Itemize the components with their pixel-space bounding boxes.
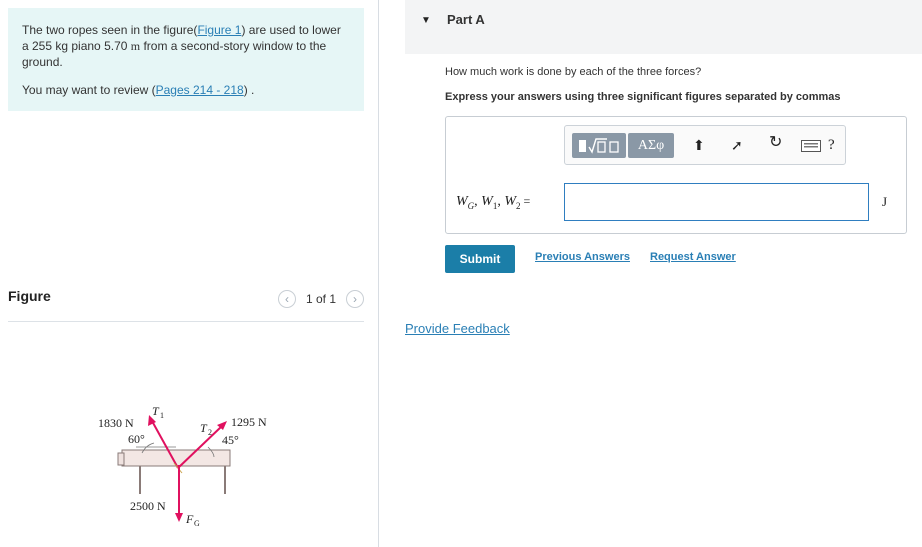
keyboard-icon[interactable] xyxy=(801,140,821,154)
t1-sub-label: 1 xyxy=(160,411,164,420)
angle1-label: 60° xyxy=(128,432,145,446)
left-panel: The two ropes seen in the figure(Figure … xyxy=(0,0,379,547)
force1-label: 1830 N xyxy=(98,416,134,430)
figure-title: Figure xyxy=(8,288,51,304)
variable-label: WG, W1, W2 = xyxy=(456,194,531,211)
var-wg: W xyxy=(456,194,468,209)
right-panel: ▼ Part A How much work is done by each o… xyxy=(379,0,922,547)
unit-label: J xyxy=(882,194,888,209)
figure-pager: ‹ 1 of 1 › xyxy=(277,290,364,308)
part-header[interactable]: ▼ Part A xyxy=(405,0,922,54)
var-w1: W xyxy=(481,194,493,209)
pages-link[interactable]: Pages 214 - 218 xyxy=(156,83,244,97)
previous-answers-link[interactable]: Previous Answers xyxy=(535,251,630,263)
greek-symbols-button[interactable]: ΑΣφ xyxy=(628,133,674,158)
t1-label: T xyxy=(152,404,160,418)
question-text: How much work is done by each of the thr… xyxy=(445,66,702,78)
template-icon[interactable] xyxy=(572,133,626,158)
review-text-end: ) . xyxy=(243,83,255,97)
weight-label: 2500 N xyxy=(130,499,166,513)
figure-header: Figure ‹ 1 of 1 › xyxy=(8,287,364,322)
piano-force-diagram: 1830 N 60° T 1 T 2 1295 N 45° 2500 N F G xyxy=(98,404,267,528)
figure-link[interactable]: Figure 1 xyxy=(197,23,241,37)
var-w2: W xyxy=(504,194,517,209)
problem-statement: The two ropes seen in the figure(Figure … xyxy=(8,8,364,111)
review-text: You may want to review (Pages 214 - 218)… xyxy=(22,82,350,98)
problem-text: The two ropes seen in the figure(Figure … xyxy=(22,22,350,70)
provide-feedback-link[interactable]: Provide Feedback xyxy=(405,321,510,336)
answer-box: ΑΣφ ⬆ ➚ ↻ ? WG, W1, W2 = J xyxy=(445,116,907,234)
unit-meters: m xyxy=(130,39,141,53)
t2-sub-label: 2 xyxy=(208,428,212,437)
fg-arrowhead xyxy=(175,513,183,522)
chevron-right-icon[interactable]: › xyxy=(346,290,364,308)
review-text-start: You may want to review ( xyxy=(22,83,156,97)
fg-sub-label: G xyxy=(194,519,200,528)
undo-icon[interactable]: ⬆ xyxy=(693,138,705,152)
part-title: Part A xyxy=(447,12,485,27)
submit-button[interactable]: Submit xyxy=(445,245,515,273)
request-answer-link[interactable]: Request Answer xyxy=(650,251,736,263)
fg-label: F xyxy=(185,512,194,526)
answer-input[interactable] xyxy=(564,183,869,221)
force2-label: 1295 N xyxy=(231,415,267,429)
instruction-text: Express your answers using three signifi… xyxy=(445,91,841,103)
chevron-left-icon[interactable]: ‹ xyxy=(277,290,296,308)
t2-label: T xyxy=(200,421,208,435)
caret-down-icon[interactable]: ▼ xyxy=(421,15,431,26)
problem-text-start: The two ropes seen in the figure( xyxy=(22,23,198,37)
pager-text: 1 of 1 xyxy=(305,292,336,306)
reset-icon[interactable]: ↻ xyxy=(769,135,782,151)
help-button[interactable]: ? xyxy=(828,138,835,153)
angle2-label: 45° xyxy=(222,433,239,447)
redo-icon[interactable]: ➚ xyxy=(731,138,743,152)
math-toolbar: ΑΣφ ⬆ ➚ ↻ ? xyxy=(564,125,846,165)
